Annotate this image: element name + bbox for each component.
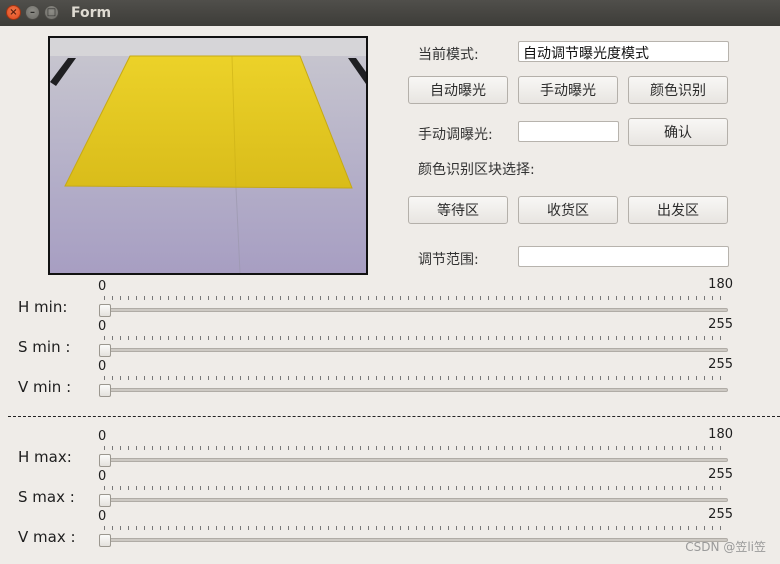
h-max-slider-handle[interactable] — [99, 454, 111, 467]
s-max-slider-handle[interactable] — [99, 494, 111, 507]
depart-zone-button[interactable]: 出发区 — [628, 196, 728, 224]
v-max-slider-track[interactable] — [104, 538, 728, 542]
s-min-range-max: 255 — [708, 317, 733, 332]
h-max-range-max: 180 — [708, 427, 733, 442]
h-min-ticks — [104, 296, 728, 300]
minimize-icon[interactable]: – — [25, 5, 40, 20]
current-mode-label: 当前模式: — [418, 47, 479, 63]
camera-preview — [48, 36, 368, 275]
maximize-icon[interactable]: □ — [44, 5, 59, 20]
region-select-label: 颜色识别区块选择: — [418, 162, 535, 178]
h-min-slider-handle[interactable] — [99, 304, 111, 317]
manual-exposure-label: 手动调曝光: — [418, 127, 493, 143]
current-mode-field[interactable]: 自动调节曝光度模式 — [518, 41, 729, 62]
range-input[interactable] — [518, 246, 729, 267]
v-max-slider-handle[interactable] — [99, 534, 111, 547]
s-min-range-min: 0 — [98, 319, 107, 334]
h-max-label: H max: — [18, 448, 72, 466]
receive-zone-button[interactable]: 收货区 — [518, 196, 618, 224]
v-min-slider-handle[interactable] — [99, 384, 111, 397]
manual-exposure-input[interactable] — [518, 121, 619, 142]
auto-exposure-button[interactable]: 自动曝光 — [408, 76, 508, 104]
v-max-range-max: 255 — [708, 507, 733, 522]
watermark: CSDN @笠li笠 — [685, 540, 766, 554]
s-min-label: S min : — [18, 338, 71, 356]
wait-zone-button[interactable]: 等待区 — [408, 196, 508, 224]
v-min-range-max: 255 — [708, 357, 733, 372]
v-min-range-min: 0 — [98, 359, 107, 374]
h-min-slider-track[interactable] — [104, 308, 728, 312]
h-max-ticks — [104, 446, 728, 450]
color-recognition-button[interactable]: 颜色识别 — [628, 76, 728, 104]
s-min-slider-track[interactable] — [104, 348, 728, 352]
manual-exposure-button[interactable]: 手动曝光 — [518, 76, 618, 104]
v-max-range-min: 0 — [98, 509, 107, 524]
confirm-button[interactable]: 确认 — [628, 118, 728, 146]
h-min-range-max: 180 — [708, 277, 733, 292]
h-max-slider-track[interactable] — [104, 458, 728, 462]
v-max-ticks — [104, 526, 728, 530]
s-max-slider-track[interactable] — [104, 498, 728, 502]
v-min-slider-track[interactable] — [104, 388, 728, 392]
range-label: 调节范围: — [418, 252, 479, 268]
v-min-label: V min : — [18, 378, 72, 396]
section-divider — [8, 416, 780, 417]
s-min-slider-handle[interactable] — [99, 344, 111, 357]
h-min-label: H min: — [18, 298, 68, 316]
s-min-ticks — [104, 336, 728, 340]
s-max-ticks — [104, 486, 728, 490]
v-min-ticks — [104, 376, 728, 380]
v-max-label: V max : — [18, 528, 76, 546]
h-max-range-min: 0 — [98, 429, 107, 444]
s-max-range-max: 255 — [708, 467, 733, 482]
title-bar: × – □ Form — [0, 0, 780, 26]
h-min-range-min: 0 — [98, 279, 107, 294]
s-max-range-min: 0 — [98, 469, 107, 484]
window-title: Form — [71, 5, 112, 21]
s-max-label: S max : — [18, 488, 75, 506]
close-icon[interactable]: × — [6, 5, 21, 20]
camera-preview-image — [50, 38, 366, 273]
